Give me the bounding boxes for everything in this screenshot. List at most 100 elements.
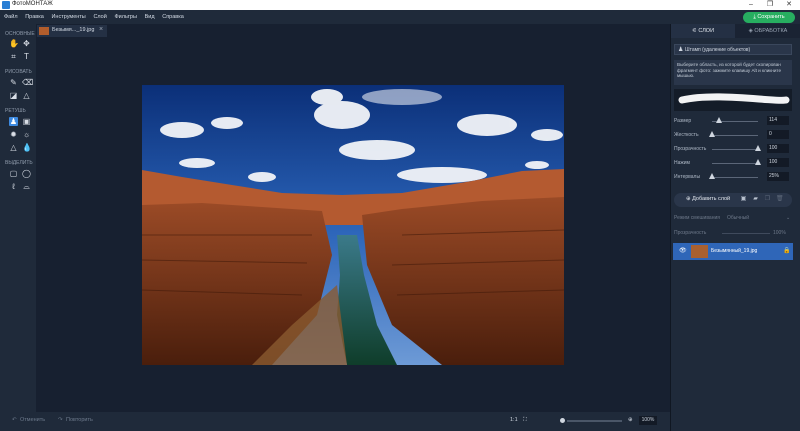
opacity-slider-handle[interactable] (755, 145, 761, 151)
menu-help[interactable]: Справка (162, 10, 184, 24)
hardness-slider[interactable] (712, 135, 758, 136)
menu-view[interactable]: Вид (145, 10, 155, 24)
spacing-slider-handle[interactable] (709, 173, 715, 179)
blur-icon[interactable]: 💧 (22, 143, 32, 152)
hardness-value[interactable]: 0 (767, 130, 789, 139)
patch-icon[interactable]: ▣ (22, 117, 31, 126)
layer-opacity-slider[interactable] (722, 233, 770, 234)
minimize-button[interactable]: – (742, 0, 760, 10)
section-retouch: РЕТУШЬ (5, 108, 26, 114)
blend-mode-select[interactable]: Обычный (727, 215, 749, 221)
photo-canvas[interactable] (142, 85, 564, 365)
folder-icon[interactable]: ▰ (752, 196, 759, 203)
save-button[interactable]: ⤓ Сохранить (743, 12, 795, 23)
pressure-value[interactable]: 100 (767, 158, 789, 167)
menu-tools[interactable]: Инструменты (51, 10, 85, 24)
dodge-icon[interactable]: ✹ (9, 130, 18, 139)
section-select: ВЫДЕЛИТЬ (5, 160, 33, 166)
section-draw: РИСОВАТЬ (5, 69, 32, 75)
save-label: Сохранить (757, 14, 785, 20)
zoom-value[interactable]: 100% (639, 416, 657, 425)
size-value[interactable]: 114 (767, 116, 789, 125)
move-icon[interactable]: ✥ (22, 39, 31, 48)
app-icon (2, 1, 10, 9)
pressure-slider-row: Нажим 100 (674, 158, 792, 168)
canyon-photo (142, 85, 564, 365)
file-thumbnail (39, 27, 49, 35)
zoom-slider-handle[interactable] (560, 418, 565, 423)
size-slider-row: Размер 114 (674, 116, 792, 126)
burn-icon[interactable]: ☼ (22, 130, 31, 139)
layer-thumbnail (691, 245, 708, 258)
blend-mode-label: Режим смешивания (674, 215, 720, 221)
hint-text: Выберите область, из которой будет скопи… (677, 62, 781, 79)
app-title: ФотоМОНТАЖ (12, 1, 53, 7)
menu-file[interactable]: Файл (4, 10, 18, 24)
pressure-slider[interactable] (712, 163, 758, 164)
image-layer-icon[interactable]: ▣ (740, 196, 747, 203)
shapes-icon[interactable]: △ (22, 91, 31, 100)
spacing-slider[interactable] (712, 177, 758, 178)
close-tab-icon[interactable]: × (99, 26, 103, 33)
lasso-icon[interactable]: ℓ (9, 182, 18, 191)
hand-icon[interactable]: ✋ (9, 39, 19, 48)
undo-icon[interactable]: ↶ (12, 417, 17, 423)
text-icon[interactable]: T (22, 52, 31, 61)
opacity-value[interactable]: 100 (767, 144, 789, 153)
stamp-icon[interactable]: ♟ (9, 117, 18, 126)
opacity-label: Прозрачность (674, 146, 707, 152)
opacity-slider[interactable] (712, 149, 758, 150)
actual-size-button[interactable]: 1:1 (510, 417, 518, 423)
zoom-in-icon[interactable]: ⊕ (628, 417, 633, 423)
eye-icon[interactable]: 👁 (679, 247, 687, 254)
pressure-slider-handle[interactable] (755, 159, 761, 165)
opacity-slider-row: Прозрачность 100 (674, 144, 792, 154)
menu-layer[interactable]: Слой (93, 10, 106, 24)
brush-type-value: Штамп (удаление объектов) (685, 47, 751, 53)
layer-name: Безымянный_19.jpg (711, 248, 758, 254)
spacing-value[interactable]: 25% (767, 172, 789, 181)
sharpen-icon[interactable]: △ (9, 143, 18, 152)
redo-icon[interactable]: ↷ (58, 417, 63, 423)
eraser-icon[interactable]: ⌫ (22, 78, 33, 87)
brush-icon[interactable]: ✎ (9, 78, 18, 87)
menu-edit[interactable]: Правка (25, 10, 44, 24)
zoom-slider[interactable] (567, 420, 622, 422)
fill-icon[interactable]: ◪ (9, 91, 18, 100)
duplicate-icon[interactable]: ❐ (764, 196, 771, 203)
tab-layers[interactable]: ⚟ СЛОИ (671, 24, 735, 38)
file-tab[interactable]: Безымя..._19.jpg × (37, 25, 107, 37)
close-window-button[interactable]: ✕ (780, 0, 798, 10)
right-panel: ⚟ СЛОИ ◈ ОБРАБОТКА (670, 24, 800, 431)
add-layer-button[interactable]: ⊕ Добавить слой (686, 196, 730, 202)
tab-processing[interactable]: ◈ ОБРАБОТКА (735, 24, 800, 38)
crop-icon[interactable]: ⌗ (9, 52, 18, 61)
brush-type-select[interactable]: ♟ Штамп (удаление объектов) (674, 44, 792, 55)
fit-screen-icon[interactable]: ⛶ (523, 417, 527, 424)
document-tabs (36, 24, 670, 38)
menu-bar: Файл Правка Инструменты Слой Фильтры Вид… (0, 10, 800, 24)
layer-item[interactable]: 👁 Безымянный_19.jpg 🔒 (673, 243, 793, 260)
add-layer-label: Добавить слой (692, 196, 731, 202)
size-label: Размер (674, 118, 692, 124)
tab-processing-label: ОБРАБОТКА (754, 28, 788, 34)
lock-icon[interactable]: 🔒 (783, 247, 790, 254)
trash-icon[interactable]: 🗑 (776, 196, 784, 203)
rect-select-icon[interactable]: ▢ (9, 169, 18, 178)
pressure-label: Нажим (674, 160, 690, 166)
redo-button[interactable]: Повторить (66, 417, 93, 423)
layer-opacity-label: Прозрачность (674, 230, 707, 236)
tool-panel: ОСНОВНЫЕ ✋ ✥ ⌗ T РИСОВАТЬ ✎ ⌫ ◪ △ РЕТУШЬ… (0, 24, 36, 413)
size-slider-handle[interactable] (715, 117, 722, 123)
hardness-label: Жесткость (674, 132, 699, 138)
menu-filters[interactable]: Фильтры (114, 10, 136, 24)
undo-button[interactable]: Отменить (20, 417, 45, 423)
tab-layers-label: СЛОИ (698, 28, 715, 34)
maximize-button[interactable]: ❐ (761, 0, 779, 10)
hardness-slider-handle[interactable] (709, 131, 715, 137)
section-basic: ОСНОВНЫЕ (5, 31, 35, 37)
ellipse-select-icon[interactable]: ◯ (22, 169, 31, 178)
file-tab-name: Безымя..._19.jpg (52, 27, 95, 33)
poly-lasso-icon[interactable]: ⌓ (22, 182, 31, 191)
layer-opacity-value[interactable]: 100% (773, 230, 786, 236)
